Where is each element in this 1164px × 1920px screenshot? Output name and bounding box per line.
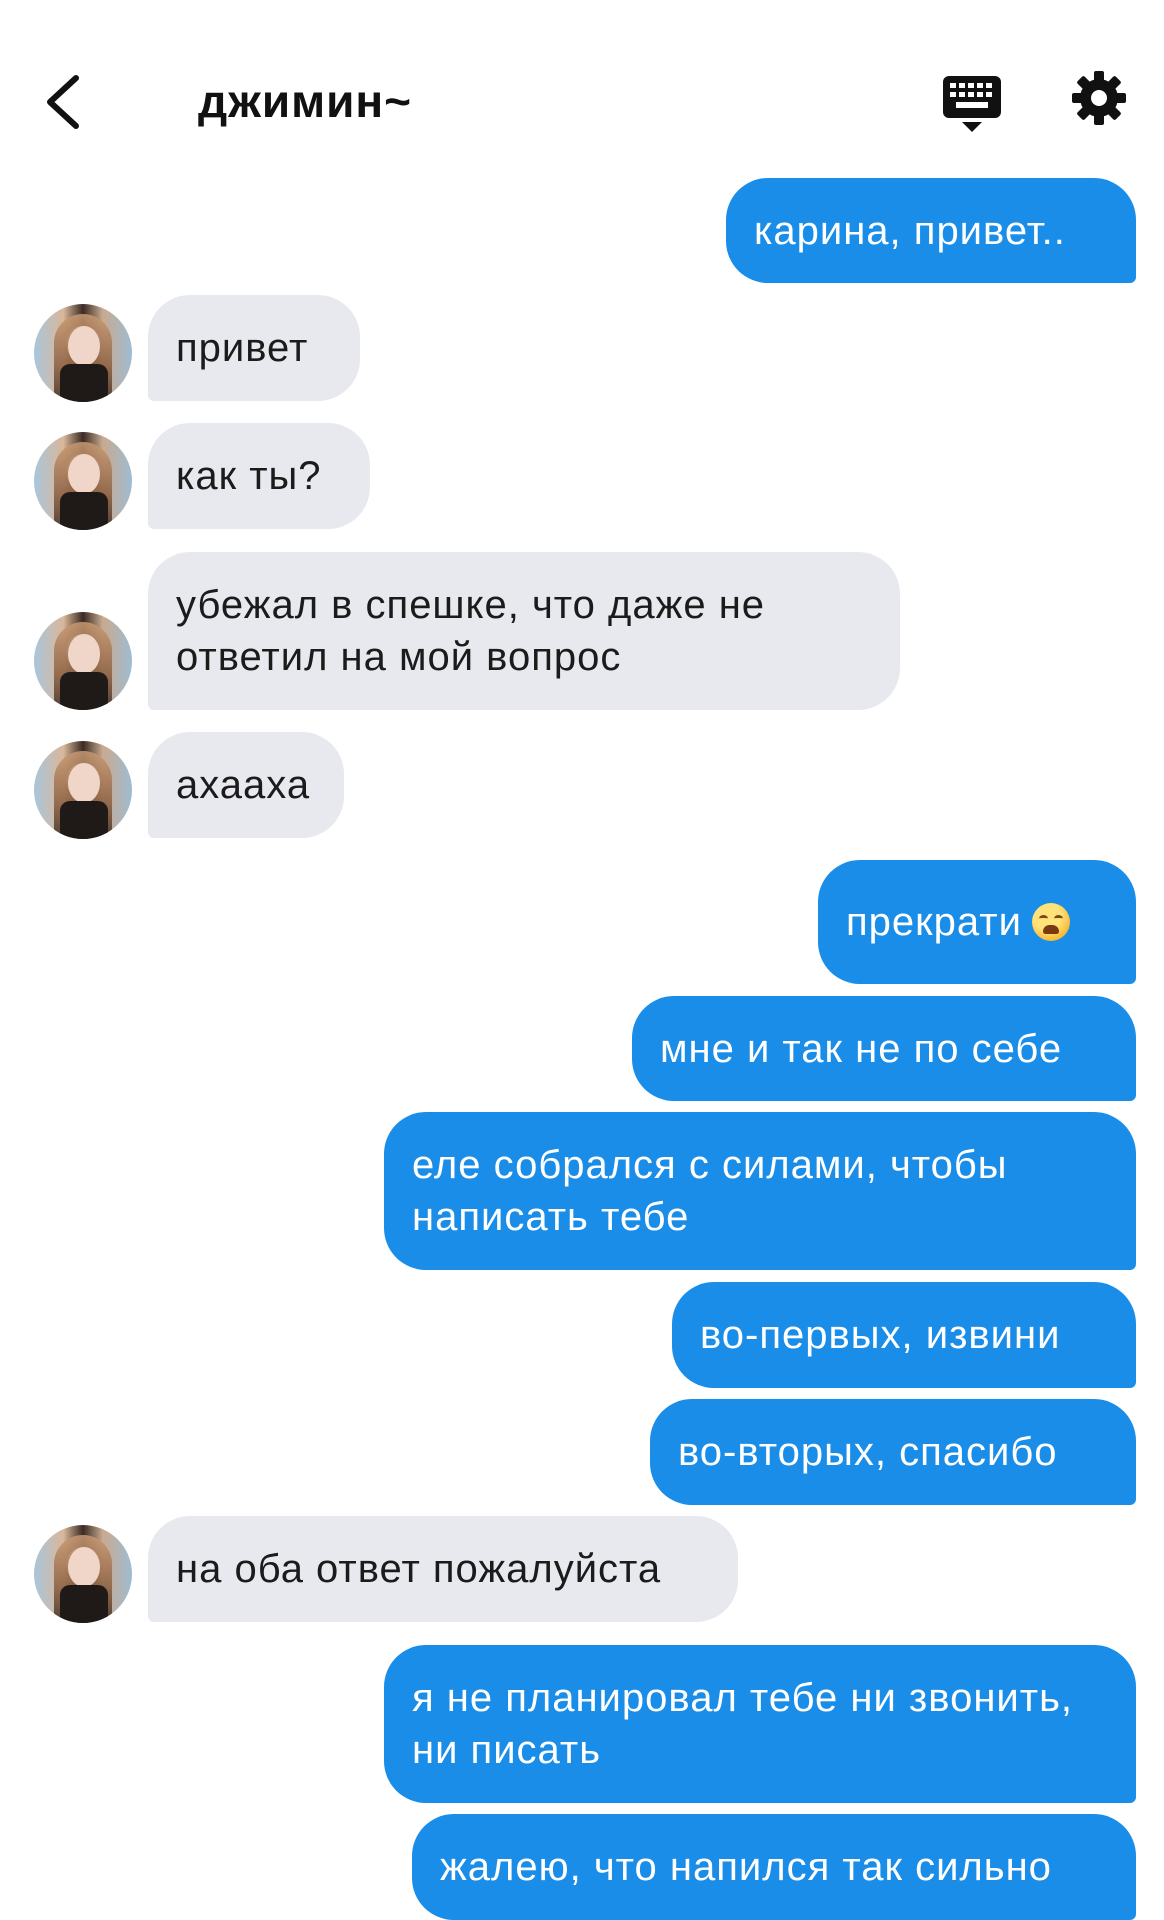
message-incoming[interactable]: привет xyxy=(148,295,360,401)
message-outgoing[interactable]: карина, привет.. xyxy=(726,178,1136,283)
message-outgoing[interactable]: жалею, что напился так сильно xyxy=(412,1814,1136,1920)
message-text: как ты? xyxy=(176,454,322,498)
message-incoming[interactable]: убежал в спешке, что даже не ответил на … xyxy=(148,552,900,710)
message-text: привет xyxy=(176,326,309,370)
avatar[interactable] xyxy=(34,304,132,402)
message-outgoing[interactable]: мне и так не по себе xyxy=(632,996,1136,1101)
chat-header: джимин~ xyxy=(0,0,1164,175)
message-outgoing[interactable]: еле собрался с силами, чтобы написать те… xyxy=(384,1112,1136,1270)
message-text: ахааха xyxy=(176,763,311,807)
message-text: я не планировал тебе ни звонить, ни писа… xyxy=(412,1676,1074,1772)
keyboard-icon xyxy=(943,76,1001,132)
message-text: прекрати xyxy=(846,900,1022,944)
message-incoming[interactable]: на оба ответ пожалуйста xyxy=(148,1516,738,1622)
message-incoming[interactable]: как ты? xyxy=(148,423,370,529)
keyboard-button[interactable] xyxy=(940,74,1004,134)
message-text: карина, привет.. xyxy=(754,208,1066,253)
settings-button[interactable] xyxy=(1071,70,1127,126)
message-text: на оба ответ пожалуйста xyxy=(176,1547,662,1591)
avatar[interactable] xyxy=(34,432,132,530)
message-outgoing[interactable]: во-первых, извини xyxy=(672,1282,1136,1388)
message-text: во-первых, извини xyxy=(700,1313,1061,1357)
message-incoming[interactable]: ахааха xyxy=(148,732,344,838)
message-outgoing[interactable]: во-вторых, спасибо xyxy=(650,1399,1136,1505)
message-text: еле собрался с силами, чтобы написать те… xyxy=(412,1143,1008,1239)
message-outgoing[interactable]: я не планировал тебе ни звонить, ни писа… xyxy=(384,1645,1136,1803)
avatar[interactable] xyxy=(34,741,132,839)
back-button[interactable] xyxy=(38,70,88,134)
message-outgoing[interactable]: прекрати xyxy=(818,860,1136,984)
weary-face-emoji-icon xyxy=(1031,903,1070,941)
message-text: во-вторых, спасибо xyxy=(678,1430,1058,1474)
chevron-left-icon xyxy=(47,75,79,129)
message-text: мне и так не по себе xyxy=(660,1026,1063,1071)
avatar[interactable] xyxy=(34,1525,132,1623)
gear-icon xyxy=(1072,71,1126,125)
avatar[interactable] xyxy=(34,612,132,710)
message-text: убежал в спешке, что даже не ответил на … xyxy=(176,583,766,679)
message-text: жалею, что напился так сильно xyxy=(440,1845,1052,1889)
chat-title[interactable]: джимин~ xyxy=(198,74,412,128)
